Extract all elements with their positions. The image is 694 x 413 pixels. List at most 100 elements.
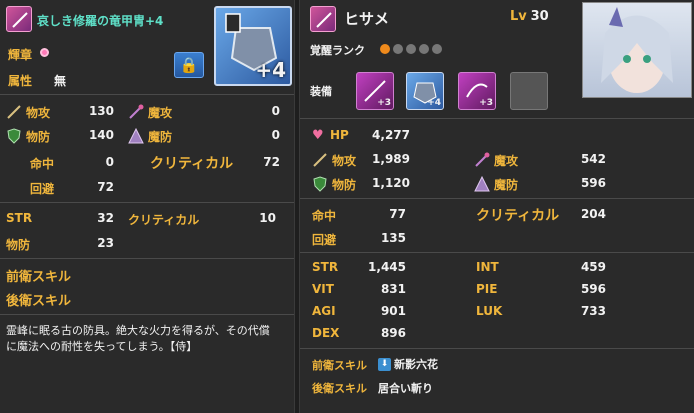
evade-label: 回避 (312, 233, 337, 247)
pdef-label: 物防 (332, 178, 357, 192)
equip-slot-weapon-plus: +3 (377, 98, 391, 108)
description-line1: 霊峰に眠る古の防具。絶大な火力を得るが、その代償 (6, 324, 270, 337)
equipment-name: 哀しき修羅の竜甲冑+4 (37, 14, 164, 28)
armor-icon: +4 (214, 6, 292, 86)
vit-label: VIT (312, 282, 334, 296)
matk-label: 魔攻 (148, 106, 173, 120)
awaken-rank-dots (380, 43, 445, 57)
pdef-value: 140 (88, 128, 114, 142)
pie-label: PIE (476, 282, 498, 296)
glory-label: 輝章 (8, 48, 33, 62)
lv-value: 30 (530, 9, 549, 24)
patk-value: 130 (88, 104, 114, 118)
luk-label: LUK (476, 304, 503, 318)
shield-icon (312, 176, 328, 195)
equip-slot-accessory-plus: +3 (479, 98, 493, 108)
awaken-dot-empty (419, 44, 429, 54)
crit-label: クリティカル (476, 208, 560, 224)
front-skill[interactable]: ⬇ 新影六花 (378, 356, 438, 372)
awaken-dot-filled (380, 44, 390, 54)
matk-label: 魔攻 (494, 154, 519, 168)
glory-gem-icon (40, 48, 49, 57)
crit-label: クリティカル (150, 156, 234, 172)
dex-label: DEX (312, 326, 340, 340)
magic-defense-icon (474, 175, 490, 195)
awaken-label: 覚醒ランク (310, 44, 365, 57)
equip-slot-weapon[interactable]: +3 (356, 72, 394, 110)
equipment-panel: 哀しき修羅の竜甲冑+4 輝章 属性 無 🔒 +4 物攻 130 魔攻 0 物防 … (0, 0, 294, 413)
back-skill-label: 後衛スキル (312, 382, 367, 395)
agi-label: AGI (312, 304, 336, 318)
description-line2: に魔法への耐性を失ってしまう。【侍】 (6, 340, 198, 353)
hit-value: 77 (389, 207, 406, 221)
str-label: STR (312, 260, 339, 274)
front-skill-label: 前衛スキル (6, 270, 72, 285)
mdef-label: 魔防 (148, 130, 173, 144)
patk-label: 物攻 (26, 106, 51, 120)
equip-slot-empty[interactable] (510, 72, 548, 110)
str-value: 1,445 (368, 260, 406, 274)
sword-icon (312, 152, 328, 171)
pdef-value: 1,120 (372, 176, 410, 190)
patk-label: 物攻 (332, 154, 357, 168)
pdef-label: 物防 (26, 130, 51, 144)
sword-icon (6, 104, 22, 123)
skill-down-arrow-icon: ⬇ (378, 358, 391, 371)
character-panel: ヒサメ Lv 30 覚醒ランク 装備 +3 +4 +3 ♥ HP 4,277 物… (300, 0, 694, 413)
evade-value: 135 (380, 231, 406, 245)
awaken-dot-empty (393, 44, 403, 54)
character-name: ヒサメ (344, 10, 390, 28)
int-value: 459 (580, 260, 606, 274)
int-label: INT (476, 260, 499, 274)
armor-plus-badge: +4 (255, 58, 286, 82)
matk-value: 0 (271, 104, 280, 118)
staff-icon (128, 104, 144, 123)
hit-label: 命中 (312, 209, 337, 223)
dex-value: 896 (380, 326, 406, 340)
crit-value: 72 (263, 155, 280, 169)
lv-label: Lv (510, 9, 527, 24)
evade-label: 回避 (30, 182, 55, 196)
mdef-value: 0 (271, 128, 280, 142)
front-skill-value: 新影六花 (394, 358, 438, 371)
lock-icon[interactable]: 🔒 (174, 52, 204, 78)
magic-defense-icon (128, 127, 144, 147)
awaken-dot-empty (432, 44, 442, 54)
bonus-crit-label: クリティカル (128, 213, 200, 227)
heart-icon: ♥ (312, 128, 324, 143)
equip-slot-armor-plus: +4 (427, 98, 441, 108)
staff-icon (474, 152, 490, 171)
back-skill-value[interactable]: 居合い斬り (378, 380, 433, 396)
back-skill-label: 後衛スキル (6, 294, 72, 309)
evade-value: 72 (97, 180, 114, 194)
hp-value: 4,277 (372, 128, 410, 142)
bonus-str-label: STR (6, 211, 33, 225)
hit-label: 命中 (30, 157, 55, 171)
crit-value: 204 (580, 207, 606, 221)
mdef-value: 596 (580, 176, 606, 190)
sword-category-icon (6, 6, 32, 32)
sword-class-icon (310, 6, 336, 32)
shield-icon (6, 128, 22, 147)
patk-value: 1,989 (372, 152, 410, 166)
bonus-str-value: 32 (97, 211, 114, 225)
hp-label: HP (330, 128, 349, 142)
hit-value: 0 (105, 155, 114, 169)
attribute-label: 属性 (8, 74, 33, 88)
attribute-value: 無 (54, 74, 67, 88)
level-display: Lv 30 (510, 9, 549, 24)
luk-value: 733 (580, 304, 606, 318)
vit-value: 831 (380, 282, 406, 296)
awaken-dot-empty (406, 44, 416, 54)
front-skill-label: 前衛スキル (312, 359, 367, 372)
portrait (582, 2, 692, 98)
equip-slot-armor[interactable]: +4 (406, 72, 444, 110)
equip-label: 装備 (310, 85, 332, 98)
bonus-pdef-label: 物防 (6, 238, 31, 252)
matk-value: 542 (580, 152, 606, 166)
pie-value: 596 (580, 282, 606, 296)
equip-slot-accessory[interactable]: +3 (458, 72, 496, 110)
mdef-label: 魔防 (494, 178, 519, 192)
bonus-pdef-value: 23 (97, 236, 114, 250)
bonus-crit-value: 10 (259, 211, 276, 225)
